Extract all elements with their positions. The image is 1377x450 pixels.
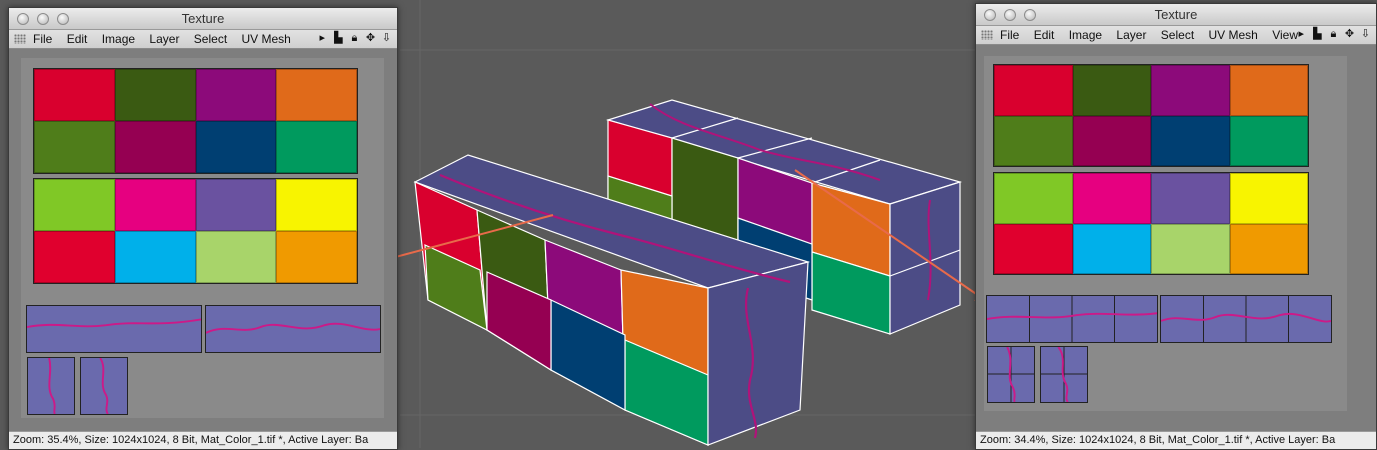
color-swatch bbox=[1229, 65, 1308, 116]
window-title: Texture bbox=[181, 11, 225, 26]
color-swatch bbox=[195, 121, 277, 173]
color-swatch bbox=[276, 179, 357, 231]
color-swatch bbox=[114, 231, 196, 283]
color-swatch bbox=[195, 179, 277, 231]
color-swatch bbox=[994, 173, 1073, 224]
color-swatch bbox=[1151, 223, 1230, 274]
histogram-icon[interactable]: ▙ bbox=[1311, 27, 1324, 40]
texture-window-right[interactable]: Texture File Edit Image Layer Select UV … bbox=[975, 3, 1377, 450]
window-titlebar[interactable]: Texture bbox=[9, 8, 397, 30]
uv-strip-small-2 bbox=[1040, 346, 1088, 403]
window-titlebar[interactable]: Texture bbox=[976, 4, 1376, 26]
histogram-icon[interactable]: ▙ bbox=[332, 31, 345, 44]
menu-layer[interactable]: Layer bbox=[149, 32, 179, 46]
color-swatch bbox=[994, 223, 1073, 274]
status-bar: Zoom: 35.4%, Size: 1024x1024, 8 Bit, Mat… bbox=[9, 431, 397, 449]
menu-image[interactable]: Image bbox=[1069, 28, 1102, 42]
more-menus-icon[interactable]: ▸ bbox=[316, 31, 329, 44]
texture-canvas[interactable] bbox=[984, 56, 1347, 411]
uv-strip-top-1 bbox=[26, 305, 202, 353]
color-swatch bbox=[1072, 65, 1151, 116]
color-swatch bbox=[994, 65, 1073, 116]
color-swatch bbox=[1229, 115, 1308, 166]
lock-icon[interactable]: 🔒︎ bbox=[348, 32, 361, 45]
color-swatch bbox=[195, 231, 277, 283]
color-swatch bbox=[276, 231, 357, 283]
menu-image[interactable]: Image bbox=[102, 32, 135, 46]
color-grid-top bbox=[993, 64, 1309, 167]
texture-window-left[interactable]: Texture File Edit Image Layer Select UV … bbox=[8, 7, 398, 450]
move-icon[interactable]: ✥ bbox=[364, 31, 377, 44]
move-icon[interactable]: ✥ bbox=[1343, 27, 1356, 40]
more-menus-icon[interactable]: ▸ bbox=[1295, 27, 1308, 40]
menu-layer[interactable]: Layer bbox=[1116, 28, 1146, 42]
grip-icon bbox=[14, 34, 26, 44]
color-swatch bbox=[994, 115, 1073, 166]
window-title: Texture bbox=[1154, 7, 1198, 22]
color-swatch bbox=[1229, 223, 1308, 274]
color-grid-bottom bbox=[33, 178, 358, 284]
status-bar: Zoom: 34.4%, Size: 1024x1024, 8 Bit, Mat… bbox=[976, 431, 1376, 449]
menu-edit[interactable]: Edit bbox=[1034, 28, 1055, 42]
menu-uv-mesh[interactable]: UV Mesh bbox=[242, 32, 291, 46]
color-swatch bbox=[1072, 115, 1151, 166]
uv-strip-small-1 bbox=[27, 357, 75, 415]
color-swatch bbox=[276, 69, 357, 121]
menu-bar: File Edit Image Layer Select UV Mesh ▸ ▙… bbox=[9, 30, 397, 49]
color-swatch bbox=[276, 121, 357, 173]
color-grid-bottom bbox=[993, 172, 1309, 275]
menu-select[interactable]: Select bbox=[194, 32, 227, 46]
texture-canvas[interactable] bbox=[21, 58, 384, 418]
color-swatch bbox=[1229, 173, 1308, 224]
lock-icon[interactable]: 🔒︎ bbox=[1327, 28, 1340, 41]
uv-strip-top-2 bbox=[1160, 295, 1332, 343]
uv-strip-top-2 bbox=[205, 305, 381, 353]
color-swatch bbox=[1072, 173, 1151, 224]
color-swatch bbox=[114, 69, 196, 121]
color-swatch bbox=[114, 179, 196, 231]
down-arrow-icon[interactable]: ⇩ bbox=[380, 31, 393, 44]
menu-file[interactable]: File bbox=[1000, 28, 1019, 42]
uv-strip-small-1 bbox=[987, 346, 1035, 403]
menu-uv-mesh[interactable]: UV Mesh bbox=[1209, 28, 1258, 42]
grip-icon bbox=[981, 30, 993, 40]
color-swatch bbox=[195, 69, 277, 121]
uv-strip-small-2 bbox=[80, 357, 128, 415]
menu-select[interactable]: Select bbox=[1161, 28, 1194, 42]
menu-file[interactable]: File bbox=[33, 32, 52, 46]
color-swatch bbox=[1072, 223, 1151, 274]
color-swatch bbox=[114, 121, 196, 173]
color-swatch bbox=[34, 121, 115, 173]
color-swatch bbox=[1151, 65, 1230, 116]
menu-edit[interactable]: Edit bbox=[67, 32, 88, 46]
color-swatch bbox=[34, 69, 115, 121]
menu-bar: File Edit Image Layer Select UV Mesh Vie… bbox=[976, 26, 1376, 45]
color-swatch bbox=[34, 179, 115, 231]
color-grid-top bbox=[33, 68, 358, 174]
color-swatch bbox=[1151, 115, 1230, 166]
uv-strip-top-1 bbox=[986, 295, 1158, 343]
down-arrow-icon[interactable]: ⇩ bbox=[1359, 27, 1372, 40]
color-swatch bbox=[34, 231, 115, 283]
color-swatch bbox=[1151, 173, 1230, 224]
